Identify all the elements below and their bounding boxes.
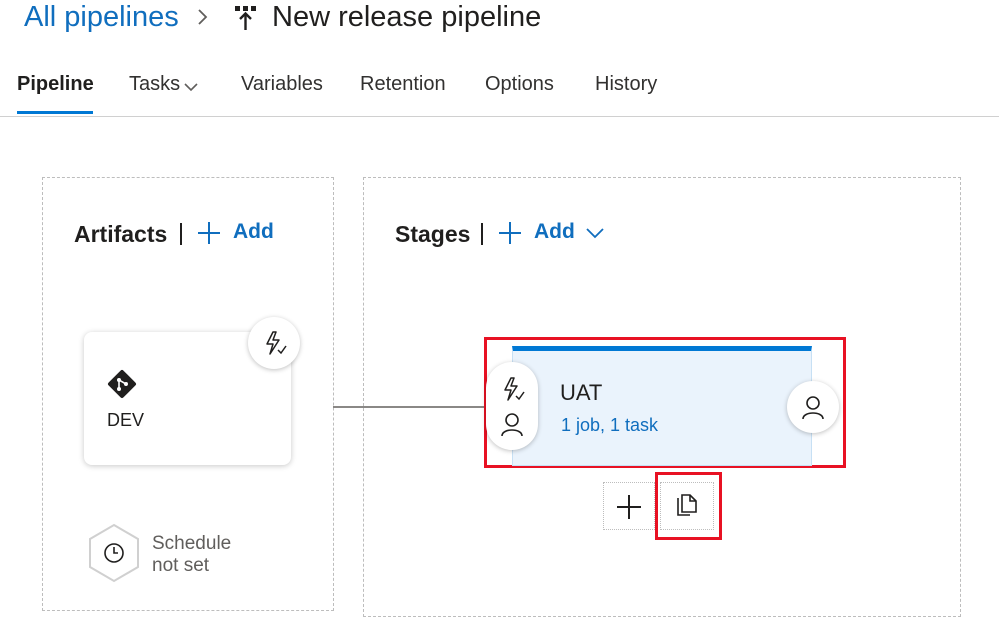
stage-name[interactable]: UAT	[560, 380, 602, 406]
plus-icon[interactable]	[197, 221, 221, 245]
schedule-trigger-button[interactable]	[88, 523, 140, 583]
lightning-icon	[266, 331, 287, 355]
stage-job-summary[interactable]: 1 job, 1 task	[561, 415, 658, 436]
breadcrumb-all-pipelines-link[interactable]: All pipelines	[24, 1, 179, 34]
lightning-icon[interactable]	[499, 376, 525, 402]
breadcrumb: All pipelines New release pipeline	[0, 0, 999, 44]
release-pipeline-icon	[235, 6, 256, 30]
chevron-down-icon[interactable]	[585, 226, 605, 240]
tab-history[interactable]: History	[595, 73, 657, 96]
continuous-deployment-trigger-button[interactable]	[248, 317, 300, 369]
git-icon	[107, 369, 137, 399]
person-icon[interactable]	[499, 411, 525, 437]
add-stage-button[interactable]: Add	[534, 220, 575, 244]
tab-variables[interactable]: Variables	[241, 73, 323, 96]
divider	[481, 223, 483, 245]
schedule-line-1: Schedule	[152, 533, 232, 554]
plus-icon	[617, 495, 641, 519]
tab-pipeline[interactable]: Pipeline	[17, 73, 94, 96]
clone-icon	[677, 494, 697, 516]
active-tab-indicator	[17, 111, 93, 114]
plus-icon[interactable]	[498, 221, 522, 245]
chevron-right-icon	[198, 9, 208, 25]
pre-deployment-conditions	[486, 362, 538, 450]
stage-card-uat[interactable]	[512, 346, 812, 466]
person-icon	[802, 396, 824, 420]
divider	[180, 223, 182, 245]
post-deployment-approvals-button[interactable]	[787, 381, 839, 433]
tab-bar: Pipeline Tasks Variables Retention Optio…	[0, 60, 999, 117]
add-stage-after-button[interactable]	[603, 482, 655, 530]
tab-tasks[interactable]: Tasks	[129, 73, 180, 96]
artifact-name: DEV	[107, 410, 145, 430]
schedule-status[interactable]: Schedule not set	[152, 533, 231, 577]
chevron-down-icon[interactable]	[183, 81, 199, 93]
artifacts-title: Artifacts	[74, 221, 168, 247]
stages-title: Stages	[395, 221, 471, 247]
add-artifact-button[interactable]: Add	[233, 220, 274, 244]
schedule-line-2: not set	[152, 555, 210, 576]
tab-options[interactable]: Options	[485, 73, 554, 96]
page-title: New release pipeline	[272, 1, 542, 33]
clone-stage-button[interactable]	[660, 482, 714, 530]
tab-retention[interactable]: Retention	[360, 73, 446, 96]
